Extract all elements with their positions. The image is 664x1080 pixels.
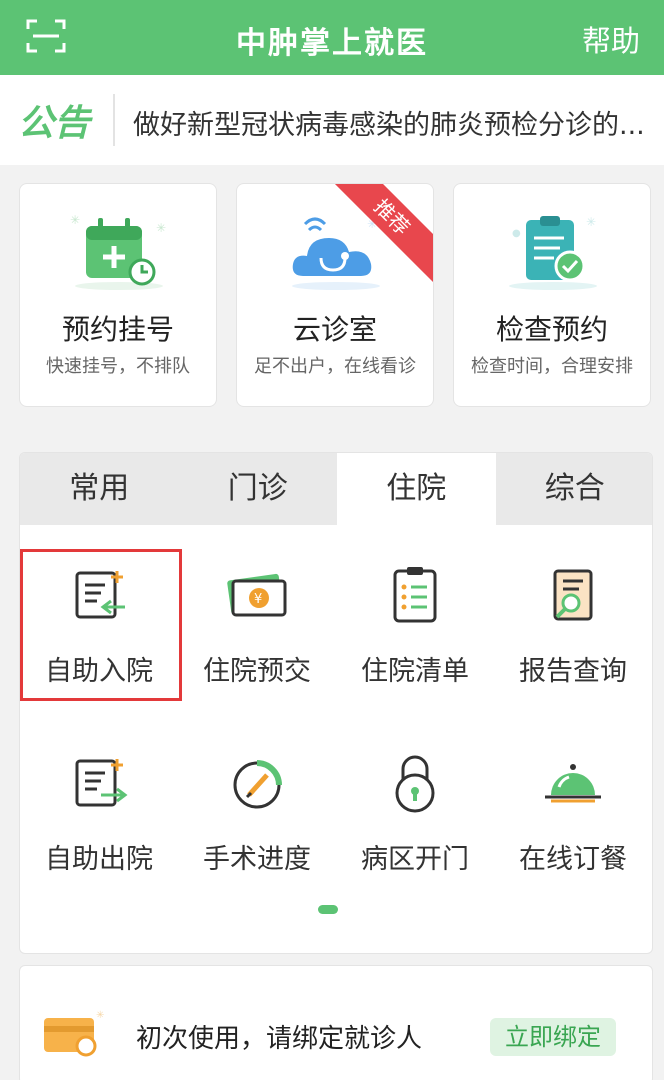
top-bar: 中肿掌上就医 帮助 xyxy=(0,0,664,75)
money-icon: ¥ xyxy=(227,573,287,617)
service-label: 自助出院 xyxy=(45,844,153,875)
bind-now-button[interactable]: 立即绑定 xyxy=(490,1018,616,1056)
feature-subtitle: 快速挂号，不排队 xyxy=(46,356,190,377)
page-indicator xyxy=(318,905,338,914)
service-self-discharge[interactable]: 自助出院 xyxy=(20,751,178,901)
feature-title: 预约挂号 xyxy=(61,313,174,346)
scan-icon xyxy=(26,19,66,53)
service-label: 自助入院 xyxy=(45,656,153,687)
notice-text: 做好新型冠状病毒感染的肺炎预检分诊的... xyxy=(133,110,645,141)
surgery-progress-icon xyxy=(233,760,282,809)
feature-title: 检查预约 xyxy=(495,313,608,346)
svg-text:¥: ¥ xyxy=(254,592,262,607)
notice-logo: 公告 xyxy=(18,103,93,143)
services-panel: 常用 门诊 住院 综合 自助入院 ¥ 住院预交 住院清单 报告查询 自助出院 手… xyxy=(19,452,653,954)
service-ward-door[interactable]: 病区开门 xyxy=(336,751,494,901)
help-button[interactable]: 帮助 xyxy=(582,18,640,60)
service-meal-order[interactable]: 在线订餐 xyxy=(494,751,652,901)
service-label: 住院清单 xyxy=(361,656,469,687)
report-search-icon xyxy=(553,569,593,621)
svg-text:公告: 公告 xyxy=(18,103,93,143)
service-label: 住院预交 xyxy=(203,656,311,687)
service-inpatient-deposit[interactable]: ¥ 住院预交 xyxy=(178,563,336,713)
svg-text:✳: ✳ xyxy=(96,1010,104,1021)
feature-title: 云诊室 xyxy=(292,313,377,346)
service-inpatient-bill[interactable]: 住院清单 xyxy=(336,563,494,713)
svg-text:✳: ✳ xyxy=(156,221,166,235)
service-self-admission[interactable]: 自助入院 xyxy=(20,563,178,713)
list-icon xyxy=(393,567,437,623)
tab-inpatient[interactable]: 住院 xyxy=(337,453,496,525)
calendar-add-icon: ✳ ✳ xyxy=(70,213,166,290)
lock-icon xyxy=(395,755,435,813)
scan-button[interactable] xyxy=(26,18,66,54)
meal-cloche-icon xyxy=(545,764,601,803)
feature-card-exam-booking[interactable]: ● ✳ 检查预约 检查时间，合理安排 xyxy=(453,183,651,407)
clipboard-check-icon: ● ✳ xyxy=(509,215,597,290)
svg-text:✳: ✳ xyxy=(70,213,80,227)
feature-subtitle: 足不出户，在线看诊 xyxy=(254,356,416,377)
tab-bar: 常用 门诊 住院 综合 xyxy=(20,453,652,525)
service-surgery-progress[interactable]: 手术进度 xyxy=(178,751,336,901)
notice-divider xyxy=(113,94,115,146)
svg-text:●: ● xyxy=(512,228,521,239)
admission-icon xyxy=(75,571,125,619)
service-label: 病区开门 xyxy=(361,844,469,875)
bind-patient-bar: ✳ 初次使用，请绑定就诊人 立即绑定 xyxy=(19,965,653,1080)
page-title: 中肿掌上就医 xyxy=(236,26,428,61)
service-label: 手术进度 xyxy=(203,844,311,875)
bind-prompt-text: 初次使用，请绑定就诊人 xyxy=(136,1024,423,1054)
service-label: 报告查询 xyxy=(519,656,627,687)
feature-card-cloud-clinic[interactable]: ✳ 云诊室 足不出户，在线看诊 推荐 xyxy=(236,183,434,407)
service-label: 在线订餐 xyxy=(519,844,627,875)
svg-text:✳: ✳ xyxy=(586,215,596,229)
feature-subtitle: 检查时间，合理安排 xyxy=(471,356,633,377)
card-link-icon: ✳ xyxy=(44,1010,104,1057)
feature-card-appointment[interactable]: ✳ ✳ 预约挂号 快速挂号，不排队 xyxy=(19,183,217,407)
tab-common[interactable]: 常用 xyxy=(20,453,179,525)
notice-bar[interactable]: 公告 做好新型冠状病毒感染的肺炎预检分诊的... xyxy=(0,75,664,165)
tab-outpatient[interactable]: 门诊 xyxy=(178,453,337,525)
service-report-query[interactable]: 报告查询 xyxy=(494,563,652,713)
tab-general[interactable]: 综合 xyxy=(495,453,652,525)
discharge-icon xyxy=(75,759,128,807)
